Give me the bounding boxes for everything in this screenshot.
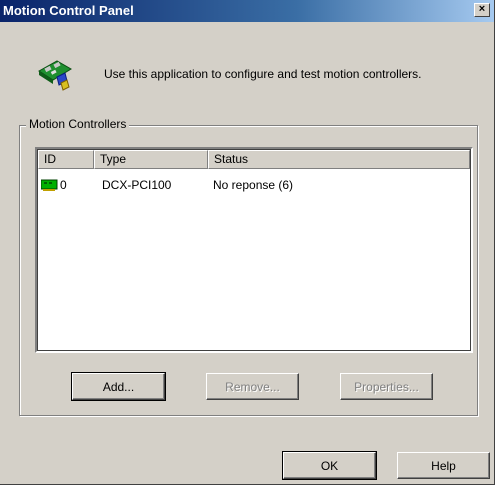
description-text: Use this application to configure and te… bbox=[104, 67, 422, 81]
title-bar[interactable]: Motion Control Panel × bbox=[0, 0, 494, 22]
motion-control-panel-window: Motion Control Panel × Use this applicat… bbox=[0, 0, 495, 485]
controller-board-icon bbox=[38, 60, 72, 91]
controllers-list[interactable]: ID Type Status 0 DCX-PCI100 No reponse (… bbox=[35, 147, 473, 353]
list-item[interactable]: 0 DCX-PCI100 No reponse (6) bbox=[38, 176, 470, 194]
column-header-status[interactable]: Status bbox=[208, 150, 470, 169]
window-title: Motion Control Panel bbox=[3, 3, 134, 18]
remove-button[interactable]: Remove... bbox=[206, 373, 299, 400]
ok-button[interactable]: OK bbox=[282, 451, 377, 480]
board-icon bbox=[41, 179, 58, 191]
cell-id: 0 bbox=[38, 178, 94, 192]
close-icon: × bbox=[478, 3, 486, 15]
help-button[interactable]: Help bbox=[397, 452, 490, 479]
controller-status: No reponse (6) bbox=[213, 178, 294, 192]
list-header: ID Type Status bbox=[38, 150, 470, 169]
controller-id: 0 bbox=[60, 178, 67, 192]
controller-type: DCX-PCI100 bbox=[102, 178, 172, 192]
group-label: Motion Controllers bbox=[26, 117, 130, 131]
column-header-id[interactable]: ID bbox=[38, 150, 94, 169]
add-button[interactable]: Add... bbox=[71, 372, 166, 401]
properties-button[interactable]: Properties... bbox=[340, 373, 433, 400]
close-button[interactable]: × bbox=[474, 3, 490, 17]
column-header-type[interactable]: Type bbox=[94, 150, 208, 169]
